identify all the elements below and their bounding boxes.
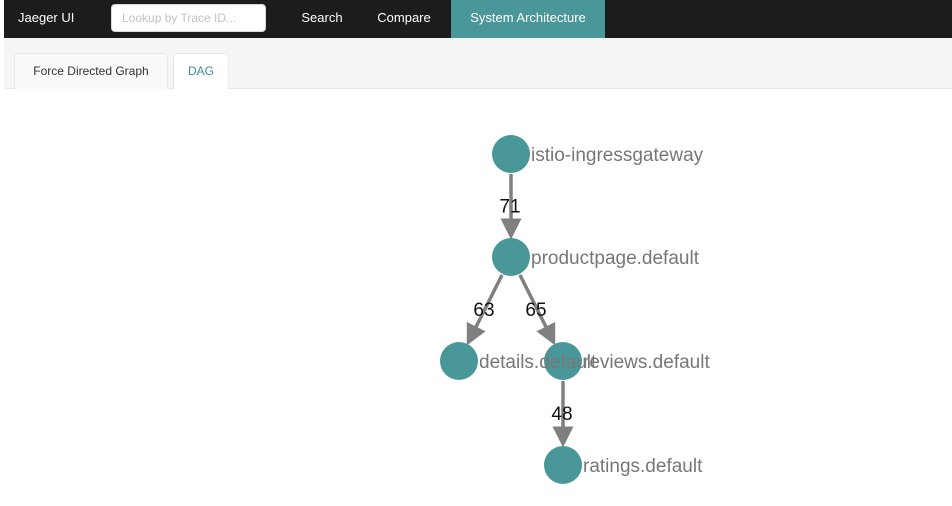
dependency-dag-graph: 71 63 65 48 istio-ingressgateway productpage…: [440, 135, 710, 484]
service-node-label: productpage.default: [531, 248, 700, 269]
service-node-label: ratings.default: [583, 456, 703, 477]
service-node-istio[interactable]: [492, 135, 530, 173]
edge-count-label: 65: [525, 300, 546, 321]
service-node-details[interactable]: [440, 342, 478, 380]
service-node-label: istio-ingressgateway: [531, 145, 704, 166]
edge-count-label: 48: [551, 404, 572, 425]
service-node-productpage[interactable]: [492, 238, 530, 276]
service-node-label: reviews.default: [583, 352, 710, 373]
service-node-ratings[interactable]: [544, 446, 582, 484]
service-node-label: details.default: [479, 352, 597, 373]
edge-count-label: 63: [473, 300, 494, 321]
edge-count-label: 71: [499, 197, 520, 218]
